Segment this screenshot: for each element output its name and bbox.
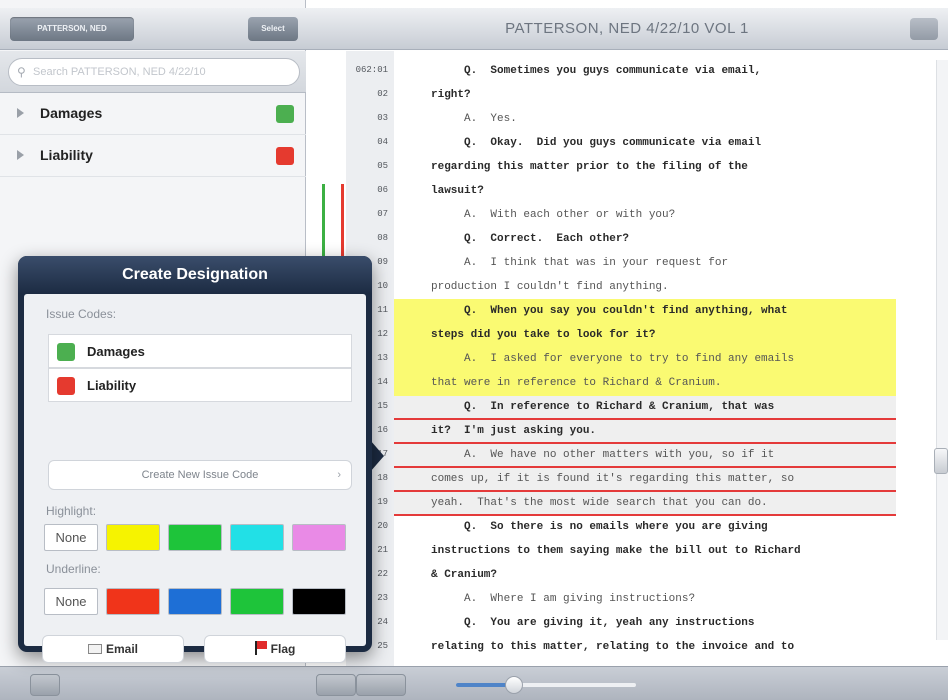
issue-color-swatch bbox=[57, 377, 75, 395]
create-designation-popover: Create Designation Issue Codes: Damages … bbox=[18, 256, 372, 663]
popover-title: Create Designation bbox=[18, 256, 372, 294]
transcript-line[interactable]: Q. So there is no emails where you are g… bbox=[431, 515, 931, 539]
issue-label: Damages bbox=[40, 105, 103, 121]
issue-code-label: Liability bbox=[87, 378, 137, 393]
transcript-line[interactable]: regarding this matter prior to the filin… bbox=[431, 155, 931, 179]
transcript-line[interactable]: lawsuit? bbox=[431, 179, 931, 203]
create-new-issue-code-button[interactable]: Create New Issue Code › bbox=[48, 460, 352, 490]
transcript-line[interactable]: Q. You are giving it, yeah any instructi… bbox=[431, 611, 931, 635]
create-new-issue-code-label: Create New Issue Code bbox=[141, 469, 259, 481]
issue-label: Liability bbox=[40, 147, 93, 163]
highlight-pink-button[interactable] bbox=[292, 524, 346, 551]
transcript-line[interactable]: right? bbox=[431, 83, 931, 107]
highlight-yellow-button[interactable] bbox=[106, 524, 160, 551]
transcript-line[interactable]: A. I asked for everyone to try to find a… bbox=[431, 347, 931, 371]
transcript-line[interactable]: Q. Sometimes you guys communicate via em… bbox=[431, 59, 931, 83]
issue-code-damages[interactable]: Damages bbox=[48, 334, 352, 368]
underline-blue-button[interactable] bbox=[168, 588, 222, 615]
email-button[interactable]: Email bbox=[42, 635, 184, 663]
left-toolbar bbox=[0, 666, 306, 700]
chevron-right-icon: › bbox=[337, 469, 341, 481]
search-bar: ⚲ Search PATTERSON, NED 4/22/10 bbox=[0, 51, 306, 93]
stop-button[interactable] bbox=[316, 674, 356, 696]
scrollbar[interactable] bbox=[936, 60, 948, 640]
transcript-line[interactable]: A. I think that was in your request for bbox=[431, 251, 931, 275]
line-number: 05 bbox=[377, 161, 388, 171]
search-input[interactable]: ⚲ Search PATTERSON, NED 4/22/10 bbox=[8, 58, 300, 86]
line-number: 062:01 bbox=[355, 65, 388, 75]
transcript-line[interactable]: A. We have no other matters with you, so… bbox=[431, 443, 931, 467]
underline-label: Underline: bbox=[46, 562, 101, 576]
app-window: PATTERSON, NED Select ⚲ Search PATTERSON… bbox=[0, 0, 948, 700]
transcript-line[interactable]: Q. Correct. Each other? bbox=[431, 227, 931, 251]
transcript-line[interactable]: instructions to them saying make the bil… bbox=[431, 539, 931, 563]
email-label: Email bbox=[105, 642, 138, 656]
line-number: 03 bbox=[377, 113, 388, 123]
disclosure-triangle-icon[interactable] bbox=[17, 150, 24, 160]
line-number: 02 bbox=[377, 89, 388, 99]
underline-none-button[interactable]: None bbox=[44, 588, 98, 615]
issue-color-swatch bbox=[276, 147, 294, 165]
underline-green-button[interactable] bbox=[230, 588, 284, 615]
issue-codes-label: Issue Codes: bbox=[46, 307, 117, 321]
line-number: 06 bbox=[377, 185, 388, 195]
issue-row-liability[interactable]: Liability bbox=[0, 135, 306, 177]
transcript-line[interactable]: A. Yes. bbox=[431, 107, 931, 131]
flag-button[interactable]: Flag bbox=[204, 635, 346, 663]
issue-color-swatch bbox=[276, 105, 294, 123]
popover-body: Issue Codes: Damages Liability Create Ne… bbox=[24, 294, 366, 663]
transcript-line[interactable]: production I couldn't find anything. bbox=[431, 275, 931, 299]
transcript-line[interactable]: A. With each other or with you? bbox=[431, 203, 931, 227]
issue-code-label: Damages bbox=[87, 344, 145, 359]
mail-icon bbox=[87, 644, 102, 654]
issue-row-damages[interactable]: Damages bbox=[0, 93, 306, 135]
highlight-cyan-button[interactable] bbox=[230, 524, 284, 551]
play-button[interactable] bbox=[356, 674, 406, 696]
transcript-line[interactable]: comes up, if it is found it's regarding … bbox=[431, 467, 931, 491]
transcript-line[interactable]: Q. In reference to Richard & Cranium, th… bbox=[431, 395, 931, 419]
highlight-none-button[interactable]: None bbox=[44, 524, 98, 551]
document-title: PATTERSON, NED 4/22/10 VOL 1 bbox=[505, 20, 749, 37]
left-nav-bar: PATTERSON, NED Select bbox=[0, 8, 306, 50]
transcript-line[interactable]: yeah. That's the most wide search that y… bbox=[431, 491, 931, 515]
issue-color-swatch bbox=[57, 343, 75, 361]
flag-label: Flag bbox=[270, 642, 296, 656]
underline-black-button[interactable] bbox=[292, 588, 346, 615]
underline-red-button[interactable] bbox=[106, 588, 160, 615]
share-button[interactable] bbox=[30, 674, 60, 696]
line-number: 04 bbox=[377, 137, 388, 147]
right-nav-bar: PATTERSON, NED 4/22/10 VOL 1 bbox=[306, 8, 948, 50]
transcript-line[interactable]: steps did you take to look for it? bbox=[431, 323, 931, 347]
line-number: 07 bbox=[377, 209, 388, 219]
transcript-line[interactable]: Q. When you say you couldn't find anythi… bbox=[431, 299, 931, 323]
popover-arrow bbox=[370, 440, 384, 472]
right-toolbar bbox=[306, 666, 948, 700]
transcript-line[interactable]: that were in reference to Richard & Cran… bbox=[431, 371, 931, 395]
flag-icon bbox=[254, 641, 267, 655]
transcript-line[interactable]: & Cranium? bbox=[431, 563, 931, 587]
highlight-green-button[interactable] bbox=[168, 524, 222, 551]
highlight-label: Highlight: bbox=[46, 504, 97, 518]
zoom-slider-knob[interactable] bbox=[504, 676, 523, 694]
search-placeholder: Search PATTERSON, NED 4/22/10 bbox=[33, 66, 206, 78]
scrollbar-thumb[interactable] bbox=[934, 448, 948, 474]
line-number: 08 bbox=[377, 233, 388, 243]
transcript-line[interactable]: Q. Okay. Did you guys communicate via em… bbox=[431, 131, 931, 155]
transcript-line[interactable]: it? I'm just asking you. bbox=[431, 419, 931, 443]
transcript-line[interactable]: A. Where I am giving instructions? bbox=[431, 587, 931, 611]
select-button[interactable]: Select bbox=[248, 17, 298, 41]
action-button[interactable] bbox=[910, 18, 938, 40]
issue-code-liability[interactable]: Liability bbox=[48, 368, 352, 402]
transcript-line[interactable]: relating to this matter, relating to the… bbox=[431, 635, 931, 659]
search-icon: ⚲ bbox=[17, 65, 26, 79]
transcript-panel: PATTERSON, NED 4/22/10 VOL 1 062:01 Q. S… bbox=[306, 0, 948, 700]
back-button[interactable]: PATTERSON, NED bbox=[10, 17, 134, 41]
disclosure-triangle-icon[interactable] bbox=[17, 108, 24, 118]
